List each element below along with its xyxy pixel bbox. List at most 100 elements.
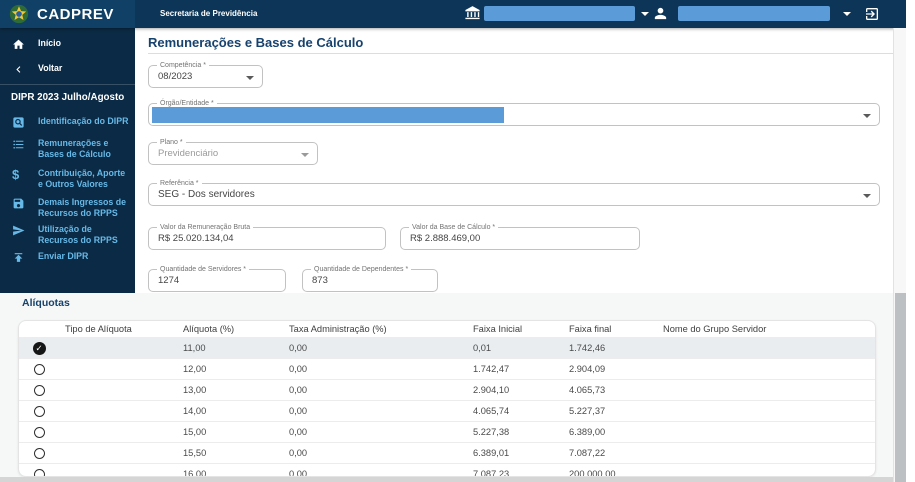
sidebar-item-label: Identificação do DIPR: [38, 116, 129, 126]
title-divider: [148, 53, 893, 54]
plano-label: Plano *: [157, 138, 186, 147]
faixa-final-cell: 200.000,00: [569, 469, 616, 477]
sidebar-item-identificacao-dipr[interactable]: Identificação do DIPR: [0, 116, 130, 129]
table-row[interactable]: 12,00 0,00 1.742,47 2.904,09: [19, 358, 875, 379]
plano-select[interactable]: Plano * Previdenciário: [148, 138, 318, 165]
aliquota-cell: 15,00: [183, 427, 207, 437]
sidebar-item-label: Remunerações e Bases de Cálculo: [38, 138, 111, 160]
aliquota-cell: 11,00: [183, 343, 206, 353]
send-icon: [12, 224, 26, 237]
faixa-inicial-cell: 5.227,38: [473, 427, 510, 437]
sidebar-item-label: Contribuição, Aporte e Outros Valores: [38, 168, 126, 190]
radio-unselected-icon[interactable]: [33, 426, 45, 438]
main-content: Remunerações e Bases de Cálculo Competên…: [135, 28, 893, 293]
radio-unselected-icon[interactable]: [33, 363, 45, 375]
radio-cell[interactable]: [19, 468, 59, 476]
referencia-label: Referência *: [157, 179, 202, 188]
quantidade-servidores-input[interactable]: Quantidade de Servidores * 1274: [148, 265, 286, 292]
aliquotas-table: Tipo de Alíquota Alíquota (%) Taxa Admin…: [18, 320, 876, 477]
aliquota-cell: 13,00: [183, 385, 207, 395]
user-dropdown-redacted-value[interactable]: [678, 6, 830, 21]
sidebar-item-remuneracoes[interactable]: Remunerações e Bases de Cálculo: [0, 138, 130, 161]
vertical-scrollbar-thumb[interactable]: [895, 293, 906, 482]
sidebar-item-utilizacao-recursos[interactable]: Utilização de Recursos do RPPS: [0, 224, 130, 247]
competencia-value: 08/2023: [158, 71, 193, 82]
quantidade-dependentes-input[interactable]: Quantidade de Dependentes * 873: [302, 265, 438, 292]
radio-cell[interactable]: [19, 341, 59, 355]
taxa-cell: 0,00: [289, 448, 308, 458]
sidebar-item-contribuicao[interactable]: $ Contribuição, Aporte e Outros Valores: [0, 168, 130, 191]
faixa-final-cell: 6.389,00: [569, 427, 606, 437]
top-bar: CADPREV Secretaria de Previdência: [0, 0, 906, 28]
radio-unselected-icon[interactable]: [33, 384, 45, 396]
faixa-final-cell: 1.742,46: [569, 343, 606, 353]
brazil-coat-of-arms-icon: [8, 3, 30, 25]
column-header: Taxa Administração (%): [289, 324, 387, 334]
faixa-inicial-cell: 0,01: [473, 343, 492, 353]
faixa-final-cell: 7.087,22: [569, 448, 606, 458]
column-header: Faixa Inicial: [473, 324, 523, 334]
right-gutter: [906, 0, 915, 482]
sidebar-item-enviar-dipr[interactable]: Enviar DIPR: [0, 251, 130, 264]
orgao-entidade-select[interactable]: Órgão/Entidade *: [148, 99, 880, 126]
aliquota-cell: 15,50: [183, 448, 207, 458]
entity-dropdown-redacted-value[interactable]: [484, 6, 635, 21]
table-row[interactable]: 15,50 0,00 6.389,01 7.087,22: [19, 442, 875, 463]
faixa-inicial-cell: 6.389,01: [473, 448, 510, 458]
valor-base-calculo-label: Valor da Base de Cálculo *: [409, 223, 499, 232]
radio-cell[interactable]: [19, 426, 59, 438]
radio-cell[interactable]: [19, 363, 59, 375]
radio-unselected-icon[interactable]: [33, 447, 45, 459]
valor-base-calculo-input[interactable]: Valor da Base de Cálculo * R$ 2.888.469,…: [400, 223, 640, 250]
quantidade-servidores-value: 1274: [158, 275, 180, 286]
aliquota-cell: 12,00: [183, 364, 207, 374]
sidebar-divider: [0, 84, 135, 85]
chevron-down-icon: [301, 153, 309, 157]
sidebar-section-title: DIPR 2023 Julho/Agosto: [11, 92, 125, 103]
radio-selected-icon[interactable]: [32, 341, 46, 355]
sidebar: Início Voltar DIPR 2023 Julho/Agosto Ide…: [0, 28, 135, 293]
referencia-value: SEG - Dos servidores: [158, 189, 255, 200]
window-bottom-edge: [0, 477, 906, 482]
document-search-icon: [12, 116, 26, 129]
column-header: Tipo de Alíquota: [65, 324, 132, 334]
valor-base-calculo-value: R$ 2.888.469,00: [410, 233, 481, 244]
taxa-cell: 0,00: [289, 406, 308, 416]
aliquotas-section-title: Alíquotas: [22, 297, 70, 309]
sidebar-item-inicio[interactable]: Início: [0, 38, 130, 51]
radio-cell[interactable]: [19, 384, 59, 396]
table-row[interactable]: 11,00 0,00 0,01 1.742,46: [19, 337, 875, 358]
aliquotas-section: Alíquotas Tipo de Alíquota Alíquota (%) …: [0, 293, 906, 482]
radio-unselected-icon[interactable]: [33, 405, 45, 417]
dollar-icon: $: [12, 167, 20, 182]
sidebar-item-label: Enviar DIPR: [38, 251, 89, 261]
valor-remuneracao-bruta-input[interactable]: Valor da Remuneração Bruta R$ 25.020.134…: [148, 223, 386, 250]
bank-icon: [464, 5, 481, 22]
taxa-cell: 0,00: [289, 469, 308, 477]
competencia-select[interactable]: Competência * 08/2023: [148, 61, 263, 88]
radio-unselected-icon[interactable]: [33, 468, 45, 476]
sidebar-item-label: Demais Ingressos de Recursos do RPPS: [38, 197, 127, 219]
entity-dropdown-caret-icon[interactable]: [641, 12, 649, 16]
chevron-down-icon: [863, 114, 871, 118]
radio-cell[interactable]: [19, 447, 59, 459]
vertical-scrollbar-track[interactable]: [893, 28, 906, 482]
chevron-down-icon: [246, 76, 254, 80]
taxa-cell: 0,00: [289, 427, 308, 437]
sidebar-item-demais-ingressos[interactable]: Demais Ingressos de Recursos do RPPS: [0, 197, 130, 220]
taxa-cell: 0,00: [289, 385, 308, 395]
page-title: Remunerações e Bases de Cálculo: [148, 35, 364, 50]
table-row[interactable]: 16,00 0,00 7.087,23 200.000,00: [19, 463, 875, 477]
faixa-inicial-cell: 4.065,74: [473, 406, 510, 416]
logout-icon[interactable]: [864, 6, 880, 22]
table-row[interactable]: 14,00 0,00 4.065,74 5.227,37: [19, 400, 875, 421]
table-row[interactable]: 15,00 0,00 5.227,38 6.389,00: [19, 421, 875, 442]
faixa-inicial-cell: 2.904,10: [473, 385, 510, 395]
user-dropdown-caret-icon[interactable]: [843, 12, 851, 16]
plano-value: Previdenciário: [158, 148, 219, 159]
table-row[interactable]: 13,00 0,00 2.904,10 4.065,73: [19, 379, 875, 400]
sidebar-item-voltar[interactable]: Voltar: [0, 63, 130, 76]
radio-cell[interactable]: [19, 405, 59, 417]
referencia-select[interactable]: Referência * SEG - Dos servidores: [148, 179, 880, 206]
sidebar-item-label: Início: [38, 38, 61, 48]
